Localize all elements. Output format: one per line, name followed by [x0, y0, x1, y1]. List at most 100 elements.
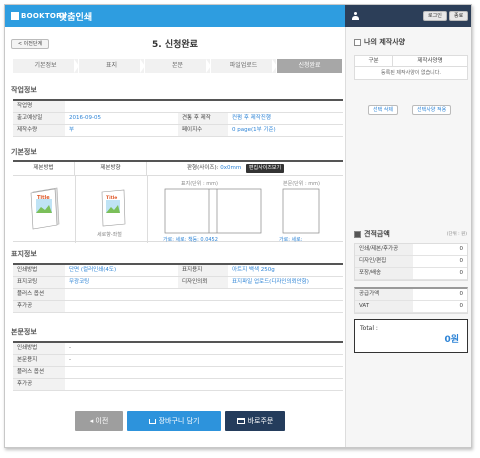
estimate-header: 견적금액 [354, 229, 390, 239]
price-value: 0 [413, 301, 467, 312]
empty-message: 등록된 제작사양이 없습니다. [381, 70, 441, 76]
logout-button[interactable]: 종료 [449, 11, 469, 21]
step-label: 신청완료 [298, 62, 321, 69]
table-row: 인쇄방법 - [13, 343, 343, 355]
total-value: 0원 [444, 335, 459, 345]
row-value [65, 101, 343, 112]
binding-direction-header: 제본방향 [75, 162, 147, 175]
row-label: 작업명 [13, 101, 65, 112]
book-title-text: Title [37, 195, 50, 201]
row-label: 본문용지 [13, 355, 65, 366]
total-box: Total : 0원 [354, 319, 468, 353]
table-row: 본문용지 - [13, 355, 343, 367]
row-label: 디자인의뢰 [178, 277, 228, 288]
row-label: 후가공 [13, 379, 65, 390]
cover-unit-label: 표지(단위 : mm) [181, 181, 218, 187]
price-row: 인쇄/제본/후가공 0 [355, 244, 467, 256]
row-label: 페이지수 [178, 125, 228, 136]
tab-basic-info[interactable]: 기본정보 [13, 59, 79, 73]
section-title-basic-info: 기본정보 [11, 148, 37, 156]
logo-icon [11, 12, 19, 20]
perfect-binding-image: Title [30, 187, 60, 230]
add-to-cart-button[interactable]: 장바구니 담기 [127, 411, 221, 431]
step-navigation: 기본정보 표지 본문 파일업로드 신청완료 [13, 59, 343, 73]
price-label: VAT [355, 301, 413, 312]
tab-body[interactable]: 본문 [145, 59, 211, 73]
row-value: 컨펌 후 제작진행 [232, 115, 271, 121]
tab-complete[interactable]: 신청완료 [277, 59, 343, 73]
price-label: 디자인/편집 [355, 256, 413, 267]
row-value: 2016-09-05 [69, 115, 101, 121]
row-value: 단면 (컬러인쇄(4도) [69, 267, 117, 273]
row-value [65, 301, 343, 312]
tab-cover[interactable]: 표지 [79, 59, 145, 73]
view-size-button[interactable]: 편집사이즈보기 [245, 164, 285, 173]
table-row: 제작수량 부 페이지수 0 page(1부 기준) [13, 125, 343, 137]
step-label: 파일업로드 [229, 62, 258, 69]
price-row: VAT 0 [355, 301, 467, 313]
body-dimensions: 가로: 세로: [279, 237, 303, 243]
table-row: 표지코팅 무광코팅 디자인의뢰 표지파일 업로드(디자인의뢰안함) [13, 277, 343, 289]
order-now-button[interactable]: 바로주문 [225, 411, 285, 431]
table-row: 인쇄방법 단면 (컬러인쇄(4도) 표지용지 아트지 백색 250g [13, 265, 343, 277]
action-buttons: ◂ 이전 장바구니 담기 바로주문 [5, 411, 345, 433]
row-value [65, 367, 343, 378]
price-label: 인쇄/제본/후가공 [355, 244, 413, 255]
table-row: 출고예상일 2016-09-05 견통 후 제작 컨펌 후 제작진행 [13, 113, 343, 125]
cart-button-label: 장바구니 담기 [158, 417, 200, 425]
back-step-button[interactable]: < 이전단계 [11, 39, 49, 49]
page-title: 5. 신청완료 [152, 40, 198, 50]
row-label: 인쇄방법 [13, 343, 65, 354]
row-label: 플러스 옵션 [13, 367, 65, 378]
step-label: 기본정보 [34, 62, 57, 69]
step-label: 표지 [105, 62, 118, 69]
row-value: 0 page(1부 기준) [232, 127, 276, 133]
section-title-cover-info: 표지정보 [11, 250, 37, 258]
cover-info-table: 인쇄방법 단면 (컬러인쇄(4도) 표지용지 아트지 백색 250g 표지코팅 … [13, 263, 343, 313]
table-row: 후가공 [13, 379, 343, 391]
price-label: 포장/배송 [355, 268, 413, 279]
checkbox-icon[interactable] [354, 38, 361, 46]
total-label: Total : [360, 325, 378, 332]
tab-file-upload[interactable]: 파일업로드 [211, 59, 277, 73]
size-label: 판형(사이즈): [187, 165, 219, 171]
estimate-title: 견적금액 [364, 230, 390, 238]
section-title-body-info: 본문정보 [11, 328, 37, 336]
table-row: 플러스 옵션 [13, 367, 343, 379]
prev-button[interactable]: ◂ 이전 [75, 411, 123, 431]
estimate-icon [354, 230, 361, 238]
col-header-spec-name: 제작사양명 [417, 58, 443, 64]
work-info-table: 작업명 출고예상일 2016-09-05 견통 후 제작 컨펌 후 제작진행 제… [13, 99, 343, 137]
binding-header: 제본방법 제본방향 판형(사이즈): 0x0mm 편집사이즈보기 [13, 162, 343, 176]
row-label: 후가공 [13, 301, 65, 312]
main-content: 5. 신청완료 < 이전단계 기본정보 표지 본문 파일업로드 신청완료 작업정… [5, 27, 345, 447]
delete-selected-button[interactable]: 선택 삭제 [368, 105, 398, 115]
cart-icon [148, 418, 156, 424]
row-label: 출고예상일 [13, 113, 65, 124]
divider [75, 176, 76, 243]
price-value: 0 [413, 268, 467, 279]
row-value: 무광코팅 [69, 279, 90, 285]
table-row: 작업명 [13, 101, 343, 113]
my-specs-header: 나의 제작사양 [354, 37, 405, 47]
col-header-category: 구분 [355, 56, 393, 66]
order-button-label: 바로주문 [247, 417, 274, 425]
table-header: 구분 제작사양명 [355, 56, 467, 67]
price-value: 0 [413, 289, 467, 300]
apply-selected-button[interactable]: 선택사양 적용 [412, 105, 452, 115]
price-table: 인쇄/제본/후가공 0 디자인/편집 0 포장/배송 0 [354, 243, 468, 281]
section-title-work-info: 작업정보 [11, 86, 37, 94]
row-value: 아트지 백색 250g [232, 267, 275, 273]
row-label: 표지코팅 [13, 277, 65, 288]
table-row: 플러스 옵션 [13, 289, 343, 301]
row-value: 표지파일 업로드(디자인의뢰안함) [232, 279, 309, 285]
row-label: 인쇄방법 [13, 265, 65, 276]
price-value: 0 [413, 256, 467, 267]
row-label: 표지용지 [178, 265, 228, 276]
login-button[interactable]: 로그인 [423, 11, 447, 21]
body-unit-label: 본문(단위 : mm) [283, 181, 320, 187]
price-row: 디자인/편집 0 [355, 256, 467, 268]
sidebar-header: 로그인 종료 [345, 5, 471, 27]
step-label: 본문 [171, 62, 184, 69]
row-label: 견통 후 제작 [178, 113, 228, 124]
